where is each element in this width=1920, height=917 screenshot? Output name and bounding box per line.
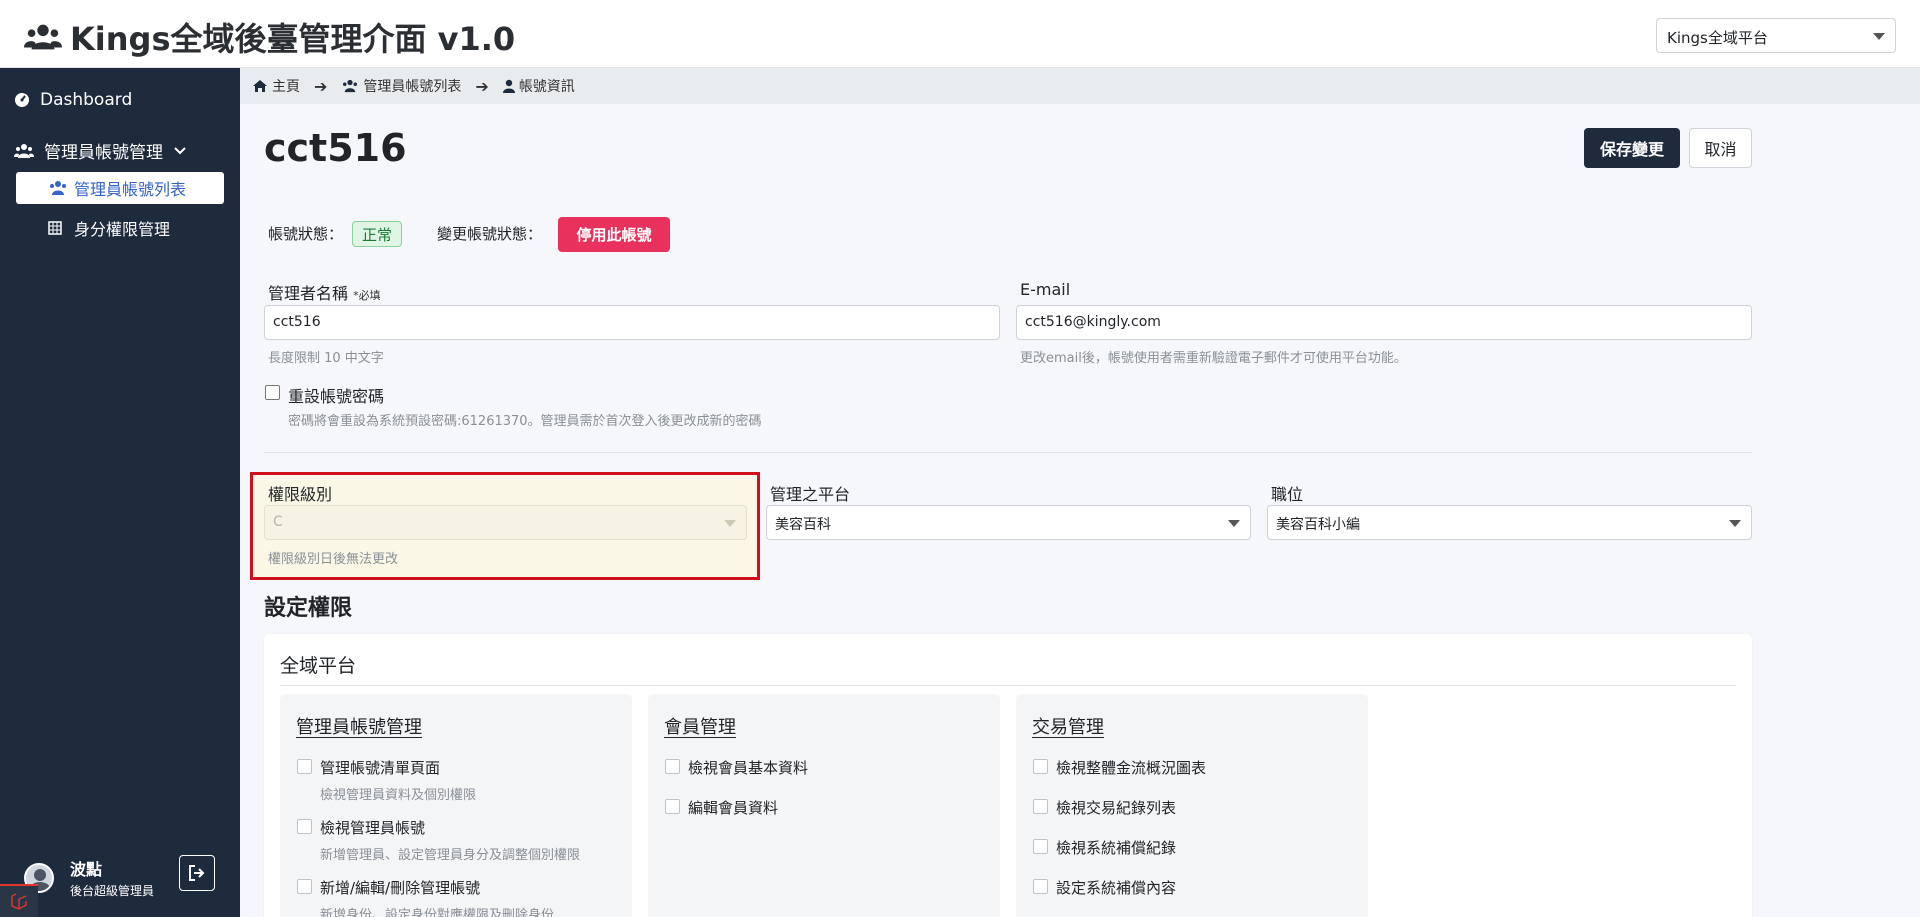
permission-label: 設定系統補償內容 xyxy=(1056,879,1177,897)
permission-label: 檢視整體金流概況圖表 xyxy=(1056,759,1207,777)
dashboard-icon xyxy=(15,93,29,107)
permission-label: 檢視系統補償紀錄 xyxy=(1056,839,1177,857)
position-label: 職位 xyxy=(1271,485,1304,504)
page-title: cct516 xyxy=(264,126,407,170)
logout-button[interactable] xyxy=(179,855,215,891)
permission-checkbox[interactable] xyxy=(1033,879,1048,894)
managed-platform-select[interactable]: 美容百科 xyxy=(766,505,1251,540)
name-field-label: 管理者名稱 *必填 xyxy=(268,280,381,304)
status-badge: 正常 xyxy=(352,221,402,247)
user-name: 波點 xyxy=(70,860,103,879)
sidebar-item-admin-management[interactable]: 管理員帳號管理 xyxy=(14,138,197,163)
email-field-label: E-mail xyxy=(1020,280,1071,299)
email-field-value: cct516@kingly.com xyxy=(1025,314,1161,330)
users-icon xyxy=(24,24,62,50)
user-icon xyxy=(502,79,515,93)
platform-select[interactable]: Kings全域平台 xyxy=(1656,18,1896,53)
sidebar-item-label: 身分權限管理 xyxy=(74,220,171,239)
permissions-section-title: 設定權限 xyxy=(264,596,353,621)
reset-password-help: 密碼將會重設為系統預設密碼:61261370。管理員需於首次登入後更改成新的密碼 xyxy=(288,414,762,429)
email-field[interactable]: cct516@kingly.com xyxy=(1016,305,1752,340)
divider xyxy=(280,685,1736,686)
level-label: 權限級別 xyxy=(268,485,333,504)
home-icon xyxy=(253,80,267,92)
permission-group-title: 交易管理 xyxy=(1032,717,1104,738)
chevron-down-icon xyxy=(1873,33,1885,40)
permission-label: 新增/編輯/刪除管理帳號 xyxy=(320,879,481,897)
status-label: 帳號狀態： xyxy=(268,225,344,243)
platform-label: 管理之平台 xyxy=(770,485,851,504)
chevron-down-icon xyxy=(1228,520,1240,527)
reset-password-label[interactable]: 重設帳號密碼 xyxy=(288,383,384,407)
breadcrumb-label: 主頁 xyxy=(272,79,300,95)
permission-label: 編輯會員資料 xyxy=(688,799,779,817)
sidebar-item-dashboard[interactable]: Dashboard xyxy=(14,90,132,110)
permission-label: 檢視管理員帳號 xyxy=(320,819,426,837)
permission-checkbox[interactable] xyxy=(1033,799,1048,814)
cancel-button[interactable]: 取消 xyxy=(1689,128,1752,168)
permission-desc: 新增管理員、設定管理員身分及調整個別權限 xyxy=(320,848,581,863)
breadcrumb-label: 帳號資訊 xyxy=(518,79,575,95)
permission-group-title: 會員管理 xyxy=(664,717,736,738)
breadcrumb-label: 管理員帳號列表 xyxy=(363,79,462,95)
name-field[interactable]: cct516 xyxy=(264,305,1000,340)
permission-checkbox[interactable] xyxy=(1033,759,1048,774)
sidebar-item-label: 管理員帳號列表 xyxy=(74,180,187,199)
permissions-card-title: 全域平台 xyxy=(280,655,357,677)
permission-checkbox[interactable] xyxy=(297,819,312,834)
name-label-text: 管理者名稱 xyxy=(268,284,349,303)
arrow-right-icon: ➔ xyxy=(475,76,489,96)
sidebar-item-label: 管理員帳號管理 xyxy=(44,143,163,163)
name-help: 長度限制 10 中文字 xyxy=(268,351,384,366)
users-icon xyxy=(343,79,358,93)
arrow-right-icon: ➔ xyxy=(314,76,328,96)
position-select[interactable]: 美容百科小編 xyxy=(1267,505,1752,540)
permission-label: 檢視交易紀錄列表 xyxy=(1056,799,1177,817)
permission-checkbox[interactable] xyxy=(297,759,312,774)
permission-checkbox[interactable] xyxy=(665,799,680,814)
required-mark: *必填 xyxy=(353,289,381,302)
breadcrumb-home[interactable]: 主頁 xyxy=(252,76,300,96)
name-field-value: cct516 xyxy=(273,314,321,330)
users-icon xyxy=(50,181,66,195)
users-icon xyxy=(14,143,34,158)
logout-icon xyxy=(189,865,205,881)
divider xyxy=(264,452,1752,453)
app-brand: Kings全域後臺管理介面 v1.0 xyxy=(24,14,515,60)
position-select-value: 美容百科小編 xyxy=(1276,517,1360,533)
disable-account-button[interactable]: 停用此帳號 xyxy=(558,217,670,252)
sidebar-item-role-management[interactable]: 身分權限管理 xyxy=(16,212,224,244)
email-help: 更改email後，帳號使用者需重新驗證電子郵件才可使用平台功能。 xyxy=(1020,351,1407,366)
breadcrumb-admin-list[interactable]: 管理員帳號列表 xyxy=(341,76,461,96)
permission-checkbox[interactable] xyxy=(665,759,680,774)
grid-icon xyxy=(48,221,62,235)
level-select-value: C xyxy=(273,514,283,530)
chevron-down-icon xyxy=(1729,520,1741,527)
permission-checkbox[interactable] xyxy=(297,879,312,894)
permission-checkbox[interactable] xyxy=(1033,839,1048,854)
breadcrumb: 主頁 ➔ 管理員帳號列表 ➔ 帳號資訊 xyxy=(240,68,1920,104)
platform-select-value: Kings全域平台 xyxy=(1667,29,1768,47)
sidebar-item-label: Dashboard xyxy=(40,90,133,110)
platform-select-value: 美容百科 xyxy=(775,517,831,533)
chevron-down-icon xyxy=(724,520,736,527)
level-select: C xyxy=(264,505,747,540)
permission-group-title: 管理員帳號管理 xyxy=(296,717,422,738)
user-profile: 波點 後台超級管理員 xyxy=(24,856,154,899)
level-help: 權限級別日後無法更改 xyxy=(268,552,399,567)
permission-label: 檢視會員基本資料 xyxy=(688,759,809,777)
user-role: 後台超級管理員 xyxy=(70,884,155,898)
chevron-down-icon xyxy=(174,146,186,154)
permission-desc: 新增身份、設定身份對應權限及刪除身份 xyxy=(320,908,555,917)
laravel-icon[interactable] xyxy=(0,884,38,917)
save-button[interactable]: 保存變更 xyxy=(1584,128,1680,168)
app-title: Kings全域後臺管理介面 v1.0 xyxy=(70,20,516,58)
sidebar-item-admin-list[interactable]: 管理員帳號列表 xyxy=(16,172,224,204)
permission-desc: 檢視管理員資料及個別權限 xyxy=(320,788,477,803)
change-status-label: 變更帳號狀態： xyxy=(437,225,543,243)
top-bar: Kings全域後臺管理介面 v1.0 Kings全域平台 xyxy=(0,0,1920,68)
breadcrumb-current: 帳號資訊 xyxy=(502,76,575,96)
permission-label: 管理帳號清單頁面 xyxy=(320,759,441,777)
reset-password-checkbox[interactable] xyxy=(265,385,280,400)
